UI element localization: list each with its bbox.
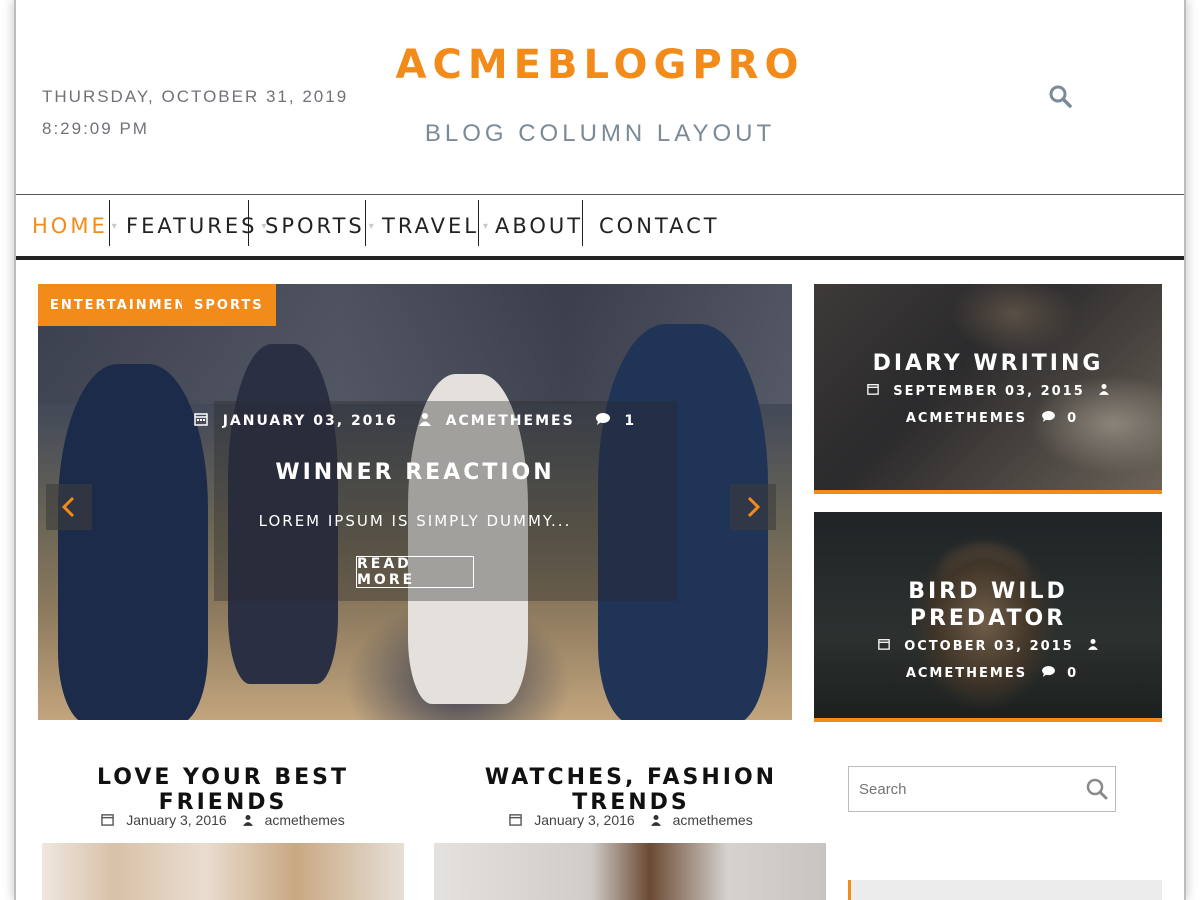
post-title[interactable]: LOVE YOUR BEST FRIENDS bbox=[38, 765, 408, 815]
submenu-caret-icon: ▾ bbox=[482, 220, 488, 232]
post-meta: January 3, 2016 acmethemes bbox=[436, 812, 826, 829]
user-icon bbox=[1099, 378, 1110, 405]
comment-icon bbox=[1041, 405, 1055, 432]
slide-date[interactable]: JANUARY 03, 2016 bbox=[223, 413, 398, 429]
nav-item-sports[interactable]: SPORTS ▾ bbox=[265, 195, 374, 257]
read-more-button[interactable]: READ MORE bbox=[356, 556, 474, 588]
nav-item-features[interactable]: FEATURES ▾ bbox=[126, 195, 267, 257]
side-post-date[interactable]: SEPTEMBER 03, 2015 bbox=[893, 384, 1085, 399]
slider-prev-button[interactable] bbox=[46, 484, 92, 530]
side-post-card[interactable]: DIARY WRITING SEPTEMBER 03, 2015 ACMETHE… bbox=[814, 284, 1162, 494]
main-navigation: HOME ▾ FEATURES ▾ SPORTS ▾ TRAVEL ▾ ABOUT CO… bbox=[16, 194, 1184, 260]
submenu-caret-icon: ▾ bbox=[368, 220, 374, 232]
user-icon bbox=[1088, 633, 1099, 660]
side-post-title-line: BIRD WILD bbox=[908, 579, 1068, 604]
current-date: THURSDAY, OCTOBER 31, 2019 bbox=[42, 87, 349, 106]
side-post-title[interactable]: DIARY WRITING bbox=[814, 350, 1162, 377]
nav-item-label: TRAVEL bbox=[382, 214, 479, 238]
slide-excerpt: LOREM IPSUM IS SIMPLY DUMMY... bbox=[258, 512, 572, 530]
search-submit-button[interactable] bbox=[1085, 777, 1109, 801]
nav-divider bbox=[478, 200, 479, 246]
slide-meta: JANUARY 03, 2016 ACMETHEMES 1 bbox=[38, 412, 792, 430]
nav-item-label: CONTACT bbox=[599, 214, 720, 238]
site-title[interactable]: ACMEBLOGPRO bbox=[16, 42, 1184, 88]
nav-item-home[interactable]: HOME ▾ bbox=[32, 195, 117, 257]
nav-item-travel[interactable]: TRAVEL ▾ bbox=[382, 195, 488, 257]
featured-slider[interactable]: ENTERTAINMENT SPORTS JANUARY 03, 2016 AC… bbox=[38, 284, 792, 720]
chevron-left-icon bbox=[61, 496, 75, 518]
nav-divider bbox=[582, 200, 583, 246]
nav-item-label: HOME bbox=[32, 214, 108, 238]
search-icon bbox=[1086, 778, 1108, 800]
calendar-icon bbox=[866, 378, 879, 405]
calendar-icon bbox=[101, 813, 115, 829]
nav-divider bbox=[109, 200, 110, 246]
slide-title[interactable]: WINNER REACTION bbox=[38, 460, 792, 485]
side-post-meta: OCTOBER 03, 2015 ACMETHEMES 0 bbox=[854, 633, 1122, 687]
comment-icon bbox=[595, 413, 610, 429]
category-tag-sports[interactable]: SPORTS bbox=[182, 284, 276, 326]
calendar-icon bbox=[509, 813, 523, 829]
side-post-title[interactable]: BIRD WILD PREDATOR bbox=[814, 578, 1162, 632]
side-post-comments[interactable]: 0 bbox=[1067, 411, 1078, 426]
side-post-card[interactable]: BIRD WILD PREDATOR OCTOBER 03, 2015 ACME… bbox=[814, 512, 1162, 722]
user-icon bbox=[418, 412, 431, 430]
nav-divider bbox=[248, 200, 249, 246]
side-post-comments[interactable]: 0 bbox=[1067, 666, 1078, 681]
nav-divider bbox=[365, 200, 366, 246]
nav-item-label: ABOUT bbox=[495, 214, 584, 238]
post-title[interactable]: WATCHES, FASHION TRENDS bbox=[436, 765, 826, 815]
user-icon bbox=[650, 813, 661, 829]
side-post-meta: SEPTEMBER 03, 2015 ACMETHEMES 0 bbox=[854, 378, 1122, 432]
side-post-date[interactable]: OCTOBER 03, 2015 bbox=[904, 639, 1074, 654]
post-date[interactable]: January 3, 2016 bbox=[126, 812, 226, 828]
search-input[interactable] bbox=[859, 780, 1079, 798]
search-icon[interactable] bbox=[1048, 84, 1072, 108]
nav-item-label: FEATURES bbox=[126, 214, 258, 238]
comment-icon bbox=[1041, 660, 1055, 687]
side-post-author[interactable]: ACMETHEMES bbox=[906, 411, 1027, 426]
sidebar-search-form bbox=[848, 766, 1116, 812]
page-frame: THURSDAY, OCTOBER 31, 2019 8:29:09 PM AC… bbox=[14, 0, 1186, 900]
user-icon bbox=[242, 813, 253, 829]
calendar-icon bbox=[194, 412, 208, 430]
slide-comments-count[interactable]: 1 bbox=[624, 413, 636, 429]
side-post-author[interactable]: ACMETHEMES bbox=[906, 666, 1027, 681]
post-author[interactable]: acmethemes bbox=[265, 812, 345, 828]
submenu-caret-icon: ▾ bbox=[111, 220, 117, 232]
post-thumbnail[interactable] bbox=[434, 843, 826, 900]
post-date[interactable]: January 3, 2016 bbox=[534, 812, 634, 828]
post-meta: January 3, 2016 acmethemes bbox=[38, 812, 408, 829]
slider-next-button[interactable] bbox=[730, 484, 776, 530]
post-author[interactable]: acmethemes bbox=[673, 812, 753, 828]
slide-author[interactable]: ACMETHEMES bbox=[446, 413, 575, 429]
site-description: BLOG COLUMN LAYOUT bbox=[424, 120, 776, 147]
side-post-title-line: PREDATOR bbox=[909, 606, 1067, 631]
nav-item-label: SPORTS bbox=[265, 214, 365, 238]
calendar-icon bbox=[877, 633, 890, 660]
post-thumbnail[interactable] bbox=[42, 843, 404, 900]
sidebar-widget-header bbox=[848, 880, 1162, 900]
nav-item-contact[interactable]: CONTACT bbox=[599, 195, 720, 257]
chevron-right-icon bbox=[747, 496, 761, 518]
nav-item-about[interactable]: ABOUT bbox=[495, 195, 583, 257]
